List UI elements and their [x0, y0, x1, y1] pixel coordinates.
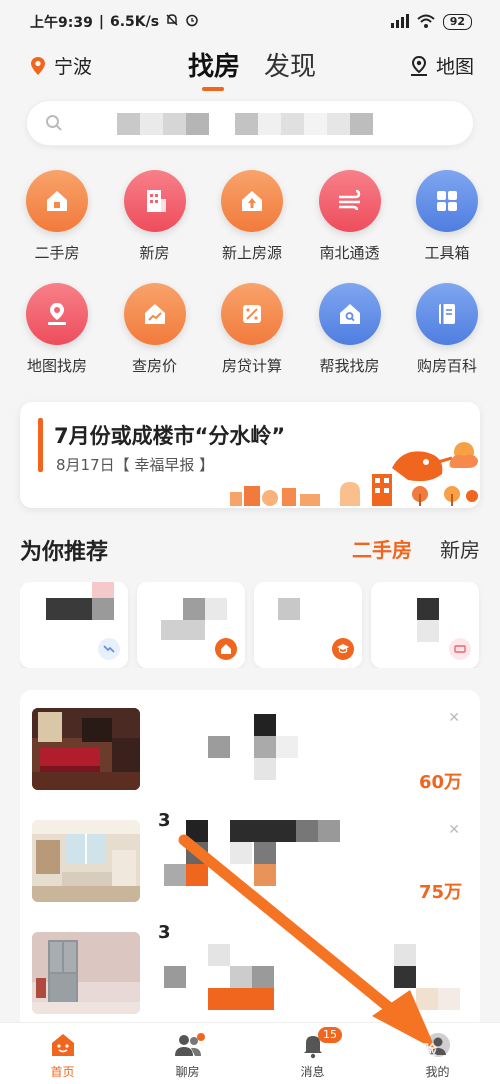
entry-new-house[interactable]: 新房 [112, 170, 198, 263]
recommend-card[interactable] [137, 582, 245, 668]
search-icon [46, 115, 62, 131]
recommend-card[interactable] [371, 582, 479, 668]
signal-icon [389, 13, 409, 31]
recommend-header: 为你推荐 二手房 新房 [20, 534, 480, 565]
status-speed: 6.5K/s [109, 14, 160, 30]
news-banner[interactable]: 7月份或成楼市“分水岭” 8月17日【 幸福早报 】 [20, 402, 480, 508]
entry-label: 新房 [139, 244, 170, 262]
city-selector[interactable]: 宁波 [30, 52, 92, 79]
chart-house-icon [123, 283, 186, 345]
watermark-text: Bai经验 [384, 1043, 437, 1059]
recommend-tab-new-house[interactable]: 新房 [440, 534, 480, 563]
nav-label: 聊房 [175, 1065, 200, 1079]
wind-icon [318, 170, 381, 232]
entry-north-south[interactable]: 南北通透 [307, 170, 393, 263]
banner-illustration [230, 442, 478, 506]
nav-chat[interactable]: 聊房 [125, 1023, 250, 1084]
entry-label: 新上房源 [221, 244, 282, 262]
entry-second-hand[interactable]: 二手房 [14, 170, 100, 263]
location-pin-icon [31, 56, 45, 75]
trend-down-icon [98, 638, 120, 660]
mute-icon [165, 13, 179, 31]
listing-item[interactable]: 3 ✕ 75万 [20, 802, 480, 910]
listing-title: 3 [158, 810, 171, 831]
entry-label: 南北通透 [319, 244, 380, 262]
recommend-card[interactable] [254, 582, 362, 668]
map-icon [410, 55, 427, 76]
map-pin-icon [26, 283, 88, 345]
banner-accent-bar [38, 418, 43, 472]
entry-label: 房贷计算 [221, 357, 282, 375]
entry-label: 二手房 [34, 244, 80, 262]
recommend-title: 为你推荐 [20, 540, 109, 565]
recommend-tab-second-hand[interactable]: 二手房 [352, 534, 412, 563]
alarm-icon [185, 13, 199, 31]
entry-mortgage-calc[interactable]: 房贷计算 [209, 283, 295, 376]
wifi-icon [417, 14, 435, 31]
listing-title: 3 [158, 922, 171, 943]
listing-price: 60万 [418, 772, 462, 793]
search-redacted-block-2 [235, 113, 373, 135]
status-bar: 上午9:39 | 6.5K/s 92 [0, 0, 500, 44]
entry-new-listings[interactable]: 新上房源 [209, 170, 295, 263]
entry-encyclopedia[interactable]: 购房百科 [404, 283, 490, 376]
map-label: 地图 [435, 56, 474, 78]
nav-label: 首页 [50, 1065, 75, 1079]
listing-price: 75万 [418, 882, 462, 903]
listing-list: ✕ 60万 3 ✕ 75万 3 [20, 690, 480, 1030]
dismiss-icon[interactable]: ✕ [448, 710, 460, 726]
listing-item[interactable]: ✕ 60万 [20, 690, 480, 798]
grid-icon [416, 170, 478, 232]
recommend-cards [20, 582, 500, 668]
nav-messages[interactable]: 15 消息 [250, 1023, 375, 1084]
dismiss-icon[interactable]: ✕ [448, 822, 460, 838]
graduation-cap-icon [332, 638, 354, 660]
nav-label: 我的 [425, 1065, 450, 1079]
entry-label: 查房价 [131, 357, 177, 375]
listing-photo [32, 932, 140, 1014]
status-time: 上午9:39 [30, 15, 93, 31]
house-up-badge-icon [215, 638, 237, 660]
home-icon [51, 1034, 74, 1056]
house-icon [26, 170, 88, 232]
entry-label: 购房百科 [416, 357, 477, 375]
tab-discover[interactable]: 发现 [264, 46, 316, 83]
tag-icon [449, 638, 471, 660]
entry-label: 地图找房 [26, 357, 87, 375]
header: 宁波 找房 发现 地图 [0, 44, 500, 91]
listing-photo [32, 820, 140, 902]
tab-find-house[interactable]: 找房 [188, 46, 240, 91]
building-icon [123, 170, 186, 232]
search-house-icon [318, 283, 381, 345]
entry-help-find[interactable]: 帮我找房 [307, 283, 393, 376]
city-name: 宁波 [54, 56, 93, 78]
map-button[interactable]: 地图 [408, 52, 474, 79]
recommend-card[interactable] [20, 582, 128, 668]
battery-indicator: 92 [442, 14, 472, 30]
listing-item[interactable]: 3 [20, 914, 480, 1030]
banner-subtitle: 8月17日【 幸福早报 】 [56, 456, 215, 474]
listing-photo [32, 708, 140, 790]
calculator-icon [221, 283, 283, 345]
top-tabs: 找房 发现 [188, 46, 316, 91]
entry-house-price[interactable]: 查房价 [112, 283, 198, 376]
nav-label: 消息 [300, 1065, 325, 1079]
house-up-icon [221, 170, 283, 232]
message-count-badge: 15 [318, 1027, 342, 1043]
book-icon [416, 283, 478, 345]
entry-label: 帮我找房 [319, 357, 380, 375]
quick-entry-grid: 二手房 新房 新上房源 南北通透 工具箱 地图找房 查房价 房贷计算 帮我找房 … [0, 170, 500, 396]
entry-toolbox[interactable]: 工具箱 [404, 170, 490, 263]
entry-label: 工具箱 [424, 244, 470, 262]
unread-dot [197, 1033, 205, 1041]
search-redacted-block [117, 113, 209, 135]
entry-map-search[interactable]: 地图找房 [14, 283, 100, 376]
search-bar[interactable] [26, 100, 474, 146]
nav-home[interactable]: 首页 [0, 1023, 125, 1084]
